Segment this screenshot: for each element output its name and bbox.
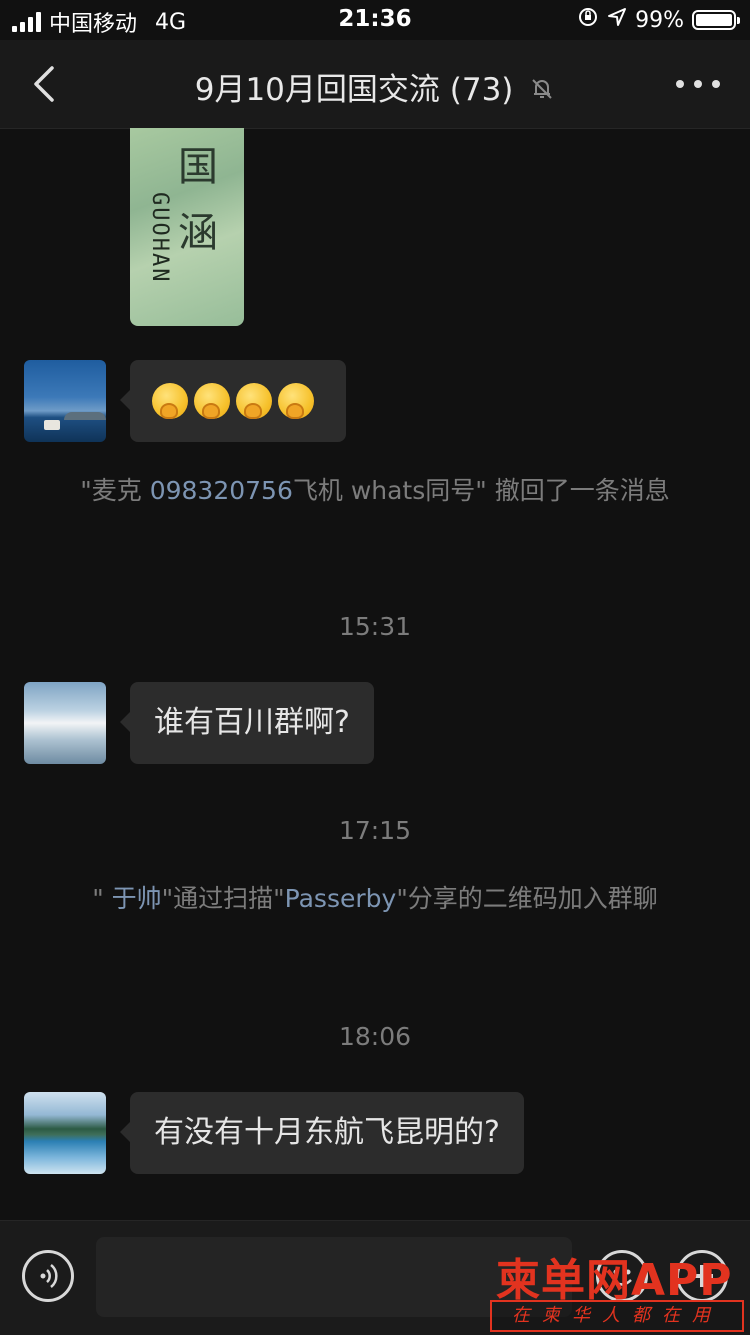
voice-icon xyxy=(40,1264,58,1288)
status-right: 99% xyxy=(577,6,740,34)
contact-link[interactable]: 098320756 xyxy=(150,476,293,505)
chat-title-text: 9月10月回国交流 (73) xyxy=(194,72,514,108)
dot-icon xyxy=(694,80,702,88)
dot-icon xyxy=(712,80,720,88)
timestamp: 15:31 xyxy=(338,612,412,641)
system-message-recall: "麦克 098320756飞机 whats同号" 撤回了一条消息 xyxy=(80,476,670,505)
thinking-face-icon xyxy=(194,383,230,419)
dot-icon xyxy=(676,80,684,88)
image-caption: GUOHAN xyxy=(147,192,172,284)
status-bar: 中国移动 4G 21:36 99% xyxy=(0,0,750,40)
image-glyph-2: 涵 xyxy=(178,210,218,256)
nav-bar: 9月10月回国交流 (73) xyxy=(0,40,750,129)
battery-icon xyxy=(692,10,740,30)
rotation-lock-icon xyxy=(577,6,599,34)
emoji-message-bubble[interactable] xyxy=(120,360,346,442)
inviter-link[interactable]: Passerby xyxy=(285,884,397,913)
avatar[interactable] xyxy=(24,682,106,764)
location-arrow-icon xyxy=(607,7,627,33)
site-watermark: 柬单网APP 在柬华人都在用 xyxy=(490,1244,746,1332)
member-link[interactable]: 于帅 xyxy=(112,884,162,913)
watermark-logo: 柬单网APP xyxy=(496,1255,733,1306)
watermark-slogan: 在柬华人都在用 xyxy=(490,1300,744,1332)
more-options-button[interactable] xyxy=(676,70,720,98)
thinking-face-icon xyxy=(152,383,188,419)
message-text: 谁有百川群啊? xyxy=(154,705,350,740)
system-message-join: " 于帅"通过扫描"Passerby"分享的二维码加入群聊 xyxy=(92,884,658,913)
emoji-row xyxy=(152,360,324,442)
image-message[interactable]: 国 涵 GUOHAN xyxy=(130,128,244,326)
mute-bell-icon xyxy=(529,74,555,110)
text-message-bubble[interactable]: 有没有十月东航飞昆明的? xyxy=(120,1092,524,1174)
timestamp: 17:15 xyxy=(338,816,412,845)
battery-fill xyxy=(696,14,732,26)
image-glyph-1: 国 xyxy=(178,144,218,190)
message-text: 有没有十月东航飞昆明的? xyxy=(154,1115,500,1150)
timestamp: 18:06 xyxy=(338,1022,412,1051)
avatar[interactable] xyxy=(24,1092,106,1174)
chat-title: 9月10月回国交流 (73) xyxy=(0,64,750,110)
chat-area[interactable]: 国 涵 GUOHAN "麦克 098320756飞机 whats同号" 撤回了一… xyxy=(0,128,750,1220)
thinking-face-icon xyxy=(236,383,272,419)
text-message-bubble[interactable]: 谁有百川群啊? xyxy=(120,682,374,764)
thinking-face-icon xyxy=(278,383,314,419)
voice-input-button[interactable] xyxy=(22,1250,74,1302)
avatar[interactable] xyxy=(24,360,106,442)
battery-percent: 99% xyxy=(635,7,684,33)
